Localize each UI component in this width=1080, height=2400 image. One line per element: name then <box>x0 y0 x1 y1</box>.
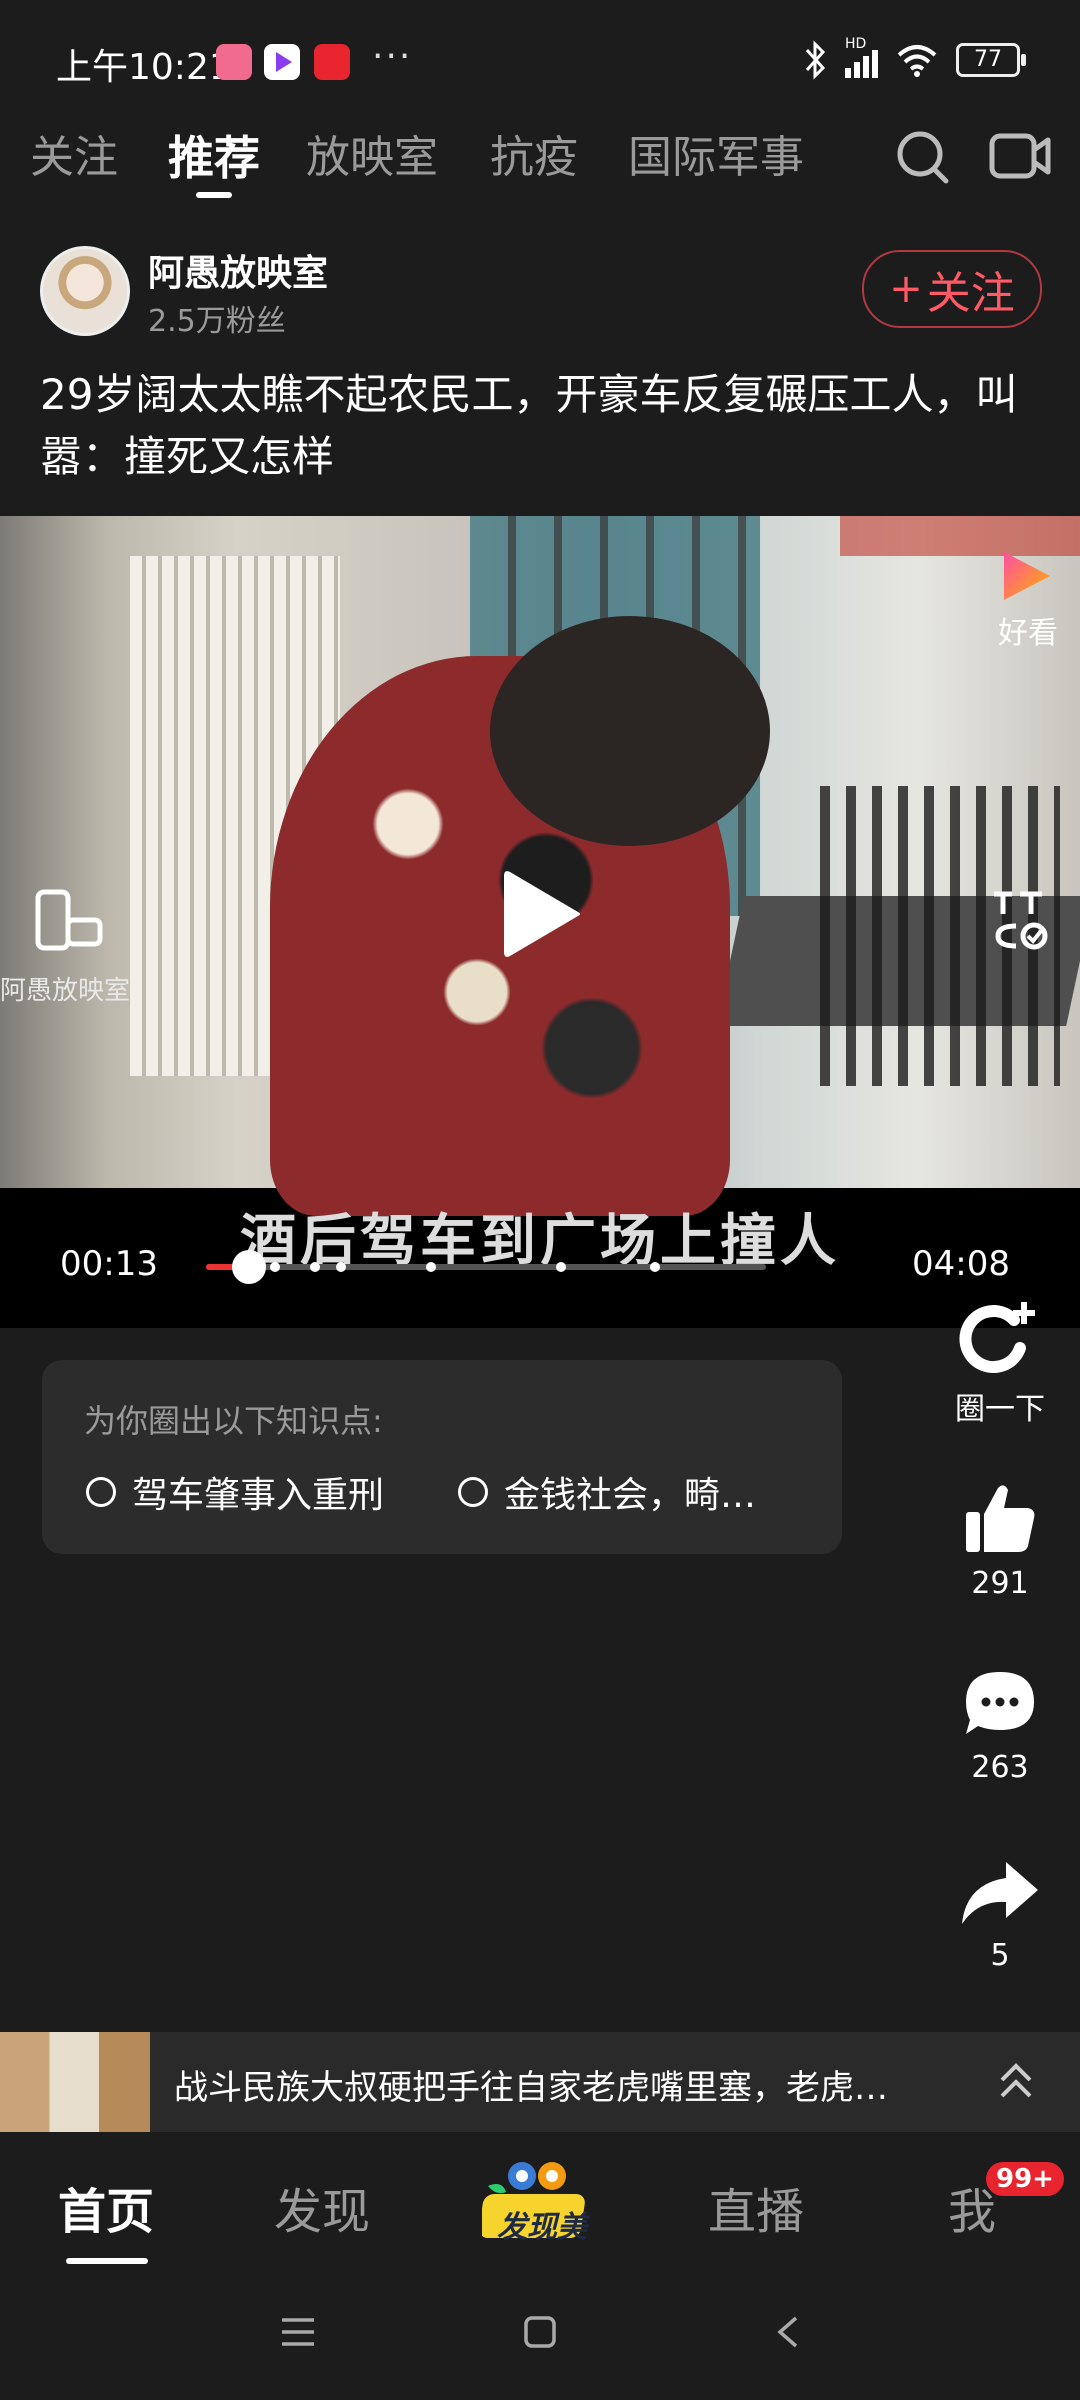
discover-beauty-logo[interactable]: 发现美 <box>479 2152 598 2248</box>
video-frame <box>0 516 1080 1216</box>
active-tab-underline <box>196 192 232 198</box>
rotate-screen-icon[interactable] <box>32 888 106 956</box>
comment-icon <box>966 1672 1034 1734</box>
like-count: 291 <box>971 1566 1029 1601</box>
home-icon[interactable] <box>522 2314 558 2350</box>
tab-screening-room[interactable]: 放映室 <box>306 126 438 190</box>
current-time: 00:13 <box>60 1244 158 1284</box>
listen-mode-icon[interactable] <box>990 886 1050 953</box>
bottom-nav: 首页 发现 发现美 直播 我 99+ <box>0 2132 1080 2272</box>
knowledge-points-card: 为你圈出以下知识点: 驾车肇事入重刑 金钱社会，畸… <box>42 1360 842 1554</box>
chapter-marker <box>426 1262 436 1272</box>
battery-indicator: 77 <box>956 43 1026 77</box>
chapter-marker <box>310 1262 320 1272</box>
video-player[interactable]: 好看 阿愚放映室 酒后驾车到广场上撞人 00:13 04:08 <box>0 516 1080 1328</box>
total-time: 04:08 <box>912 1244 1010 1284</box>
back-icon[interactable] <box>774 2314 802 2350</box>
wifi-icon <box>897 45 937 77</box>
nav-live[interactable]: 直播 <box>708 2172 804 2242</box>
top-tabs: 关注 推荐 放映室 抗疫 国际军事 <box>0 126 1080 230</box>
network-type-label: HD <box>845 36 867 52</box>
comment-count: 263 <box>971 1750 1029 1785</box>
haokan-notification-icon <box>264 44 300 80</box>
nav-home[interactable]: 首页 <box>58 2172 154 2242</box>
haokan-logo-icon <box>1004 552 1050 600</box>
notification-badge: 99+ <box>986 2162 1064 2196</box>
status-bar: 上午10:21 ··· HD 77 <box>0 0 1080 126</box>
status-indicators: HD 77 <box>803 36 1026 80</box>
system-navigation-bar <box>0 2272 1080 2400</box>
share-action[interactable]: 5 <box>940 1858 1060 1973</box>
bluetooth-icon <box>805 40 826 80</box>
knowledge-item-label: 驾车肇事入重刑 <box>132 1475 385 1516</box>
discover-beauty-logo-text: 发现美 <box>497 2210 587 2245</box>
circle-action[interactable]: 圈一下 <box>940 1298 1060 1428</box>
chapter-marker <box>556 1262 566 1272</box>
comment-action[interactable]: 263 <box>940 1668 1060 1785</box>
next-video-bar[interactable]: 战斗民族大叔硬把手往自家老虎嘴里塞，老虎… <box>0 2032 1080 2132</box>
progress-knob[interactable] <box>231 1250 266 1284</box>
news-notification-icon <box>314 44 350 80</box>
chapter-marker <box>270 1262 280 1272</box>
progress-bar[interactable] <box>206 1250 766 1284</box>
notification-app-icon <box>216 44 252 80</box>
tab-recommend[interactable]: 推荐 <box>168 126 260 190</box>
circle-icon <box>86 1477 116 1507</box>
search-icon[interactable] <box>896 126 952 186</box>
video-camera-icon[interactable] <box>988 130 1052 182</box>
tab-international-military[interactable]: 国际军事 <box>628 126 804 190</box>
next-video-thumbnail <box>0 2032 150 2132</box>
play-icon[interactable] <box>500 866 584 962</box>
share-count: 5 <box>990 1938 1010 1973</box>
follow-label: 关注 <box>926 268 1015 319</box>
menu-icon[interactable] <box>280 2316 316 2348</box>
knowledge-item-label: 金钱社会，畸… <box>504 1475 757 1516</box>
share-icon <box>962 1862 1038 1924</box>
knowledge-title: 为你圈出以下知识点: <box>84 1402 383 1440</box>
author-fans-count: 2.5万粉丝 <box>148 304 286 339</box>
circle-plus-icon <box>959 1302 1035 1374</box>
circle-icon <box>458 1477 488 1507</box>
knowledge-item[interactable]: 金钱社会，畸… <box>458 1466 756 1518</box>
author-avatar[interactable] <box>40 246 130 336</box>
author-name[interactable]: 阿愚放映室 <box>148 244 328 296</box>
nav-active-underline <box>66 2258 148 2264</box>
follow-button[interactable]: + 关注 <box>862 250 1042 328</box>
video-title: 29岁阔太太瞧不起农民工，开豪车反复碾压工人，叫嚣：撞死又怎样 <box>40 370 1018 481</box>
more-notifications-icon: ··· <box>372 36 413 77</box>
nav-discover[interactable]: 发现 <box>274 2172 370 2242</box>
like-action[interactable]: 291 <box>940 1480 1060 1601</box>
author-watermark: 阿愚放映室 <box>0 976 131 1006</box>
circle-action-label: 圈一下 <box>955 1392 1045 1427</box>
chapter-marker <box>650 1262 660 1272</box>
haokan-watermark: 好看 <box>998 616 1058 651</box>
plus-icon: + <box>889 266 923 312</box>
signal-icon: HD <box>845 36 878 78</box>
next-video-title: 战斗民族大叔硬把手往自家老虎嘴里塞，老虎… <box>174 2068 888 2108</box>
chapter-marker <box>336 1262 346 1272</box>
tab-follow[interactable]: 关注 <box>30 126 118 190</box>
status-time: 上午10:21 <box>56 47 232 88</box>
tab-anti-epidemic[interactable]: 抗疫 <box>490 126 578 190</box>
double-chevron-up-icon[interactable] <box>996 2054 1036 2110</box>
knowledge-item[interactable]: 驾车肇事入重刑 <box>86 1466 384 1518</box>
thumbs-up-icon <box>966 1485 1035 1552</box>
